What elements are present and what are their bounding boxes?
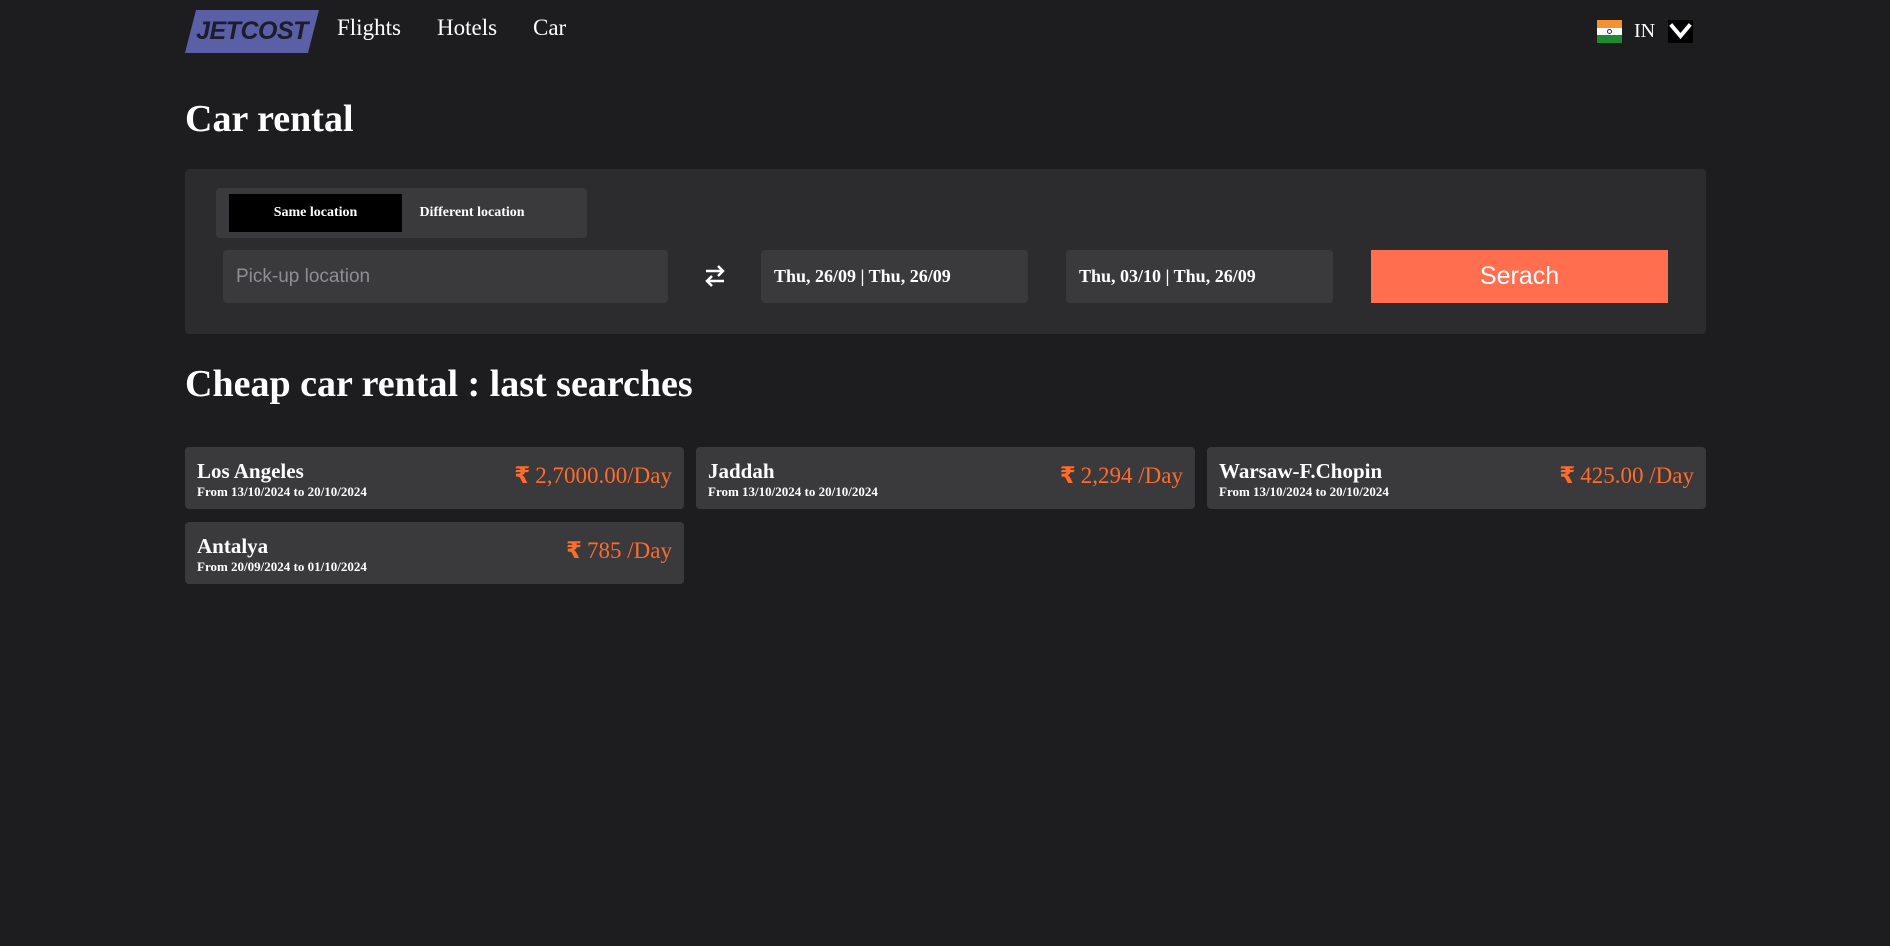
card-dates: From 13/10/2024 to 20/10/2024 xyxy=(197,484,367,499)
card-city: Jaddah xyxy=(708,459,775,483)
card-dates: From 13/10/2024 to 20/10/2024 xyxy=(708,484,878,499)
swap-arrows-icon[interactable] xyxy=(703,263,727,289)
same-location-tab[interactable]: Same location xyxy=(229,194,402,232)
different-location-tab[interactable]: Different location xyxy=(402,194,542,232)
chevron-down-icon[interactable] xyxy=(1668,20,1693,43)
card-price-value: 2,7000.00/Day xyxy=(535,463,672,488)
rupee-icon: ₹ xyxy=(1559,463,1576,489)
nav-hotels[interactable]: Hotels xyxy=(437,15,497,41)
rupee-icon: ₹ xyxy=(566,538,583,564)
card-dates: From 20/09/2024 to 01/10/2024 xyxy=(197,559,367,574)
logo-text: JETCOST xyxy=(196,17,308,45)
page-title: Car rental xyxy=(185,98,354,140)
last-search-card[interactable]: Jaddah From 13/10/2024 to 20/10/2024 ₹2,… xyxy=(696,447,1195,509)
card-city: Antalya xyxy=(197,534,269,558)
card-price-value: 2,294 /Day xyxy=(1080,463,1183,488)
locale-code: IN xyxy=(1634,20,1656,42)
nav-car[interactable]: Car xyxy=(533,15,566,41)
search-button[interactable]: Serach xyxy=(1371,250,1668,303)
rupee-icon: ₹ xyxy=(514,463,531,489)
search-panel: Same location Different location Thu, 26… xyxy=(185,169,1706,334)
last-search-card[interactable]: Los Angeles From 13/10/2024 to 20/10/202… xyxy=(185,447,684,509)
pickup-date-field[interactable]: Thu, 26/09 | Thu, 26/09 xyxy=(761,250,1028,303)
rupee-icon: ₹ xyxy=(1059,463,1076,489)
last-search-card[interactable]: Antalya From 20/09/2024 to 01/10/2024 ₹7… xyxy=(185,522,684,584)
india-flag-icon xyxy=(1597,20,1622,44)
last-searches-title: Cheap car rental : last searches xyxy=(185,363,693,405)
card-price: ₹2,7000.00/Day xyxy=(514,463,672,489)
nav-flights[interactable]: Flights xyxy=(337,15,401,41)
card-price: ₹2,294 /Day xyxy=(1060,463,1183,489)
dropoff-date-field[interactable]: Thu, 03/10 | Thu, 26/09 xyxy=(1066,250,1333,303)
card-city: Los Angeles xyxy=(197,459,304,483)
card-dates: From 13/10/2024 to 20/10/2024 xyxy=(1219,484,1389,499)
card-price-value: 785 /Day xyxy=(587,538,672,563)
jetcost-logo[interactable]: JETCOST xyxy=(185,10,319,53)
pickup-location-input[interactable] xyxy=(223,250,668,303)
location-mode-toggle: Same location Different location xyxy=(216,188,587,238)
card-price: ₹425.00 /Day xyxy=(1559,463,1694,489)
last-search-card[interactable]: Warsaw-F.Chopin From 13/10/2024 to 20/10… xyxy=(1207,447,1706,509)
card-city: Warsaw-F.Chopin xyxy=(1219,459,1383,483)
card-price: ₹785 /Day xyxy=(566,538,672,564)
page: JETCOST Flights Hotels Car IN Car rental… xyxy=(0,0,1890,946)
card-price-value: 425.00 /Day xyxy=(1580,463,1694,488)
